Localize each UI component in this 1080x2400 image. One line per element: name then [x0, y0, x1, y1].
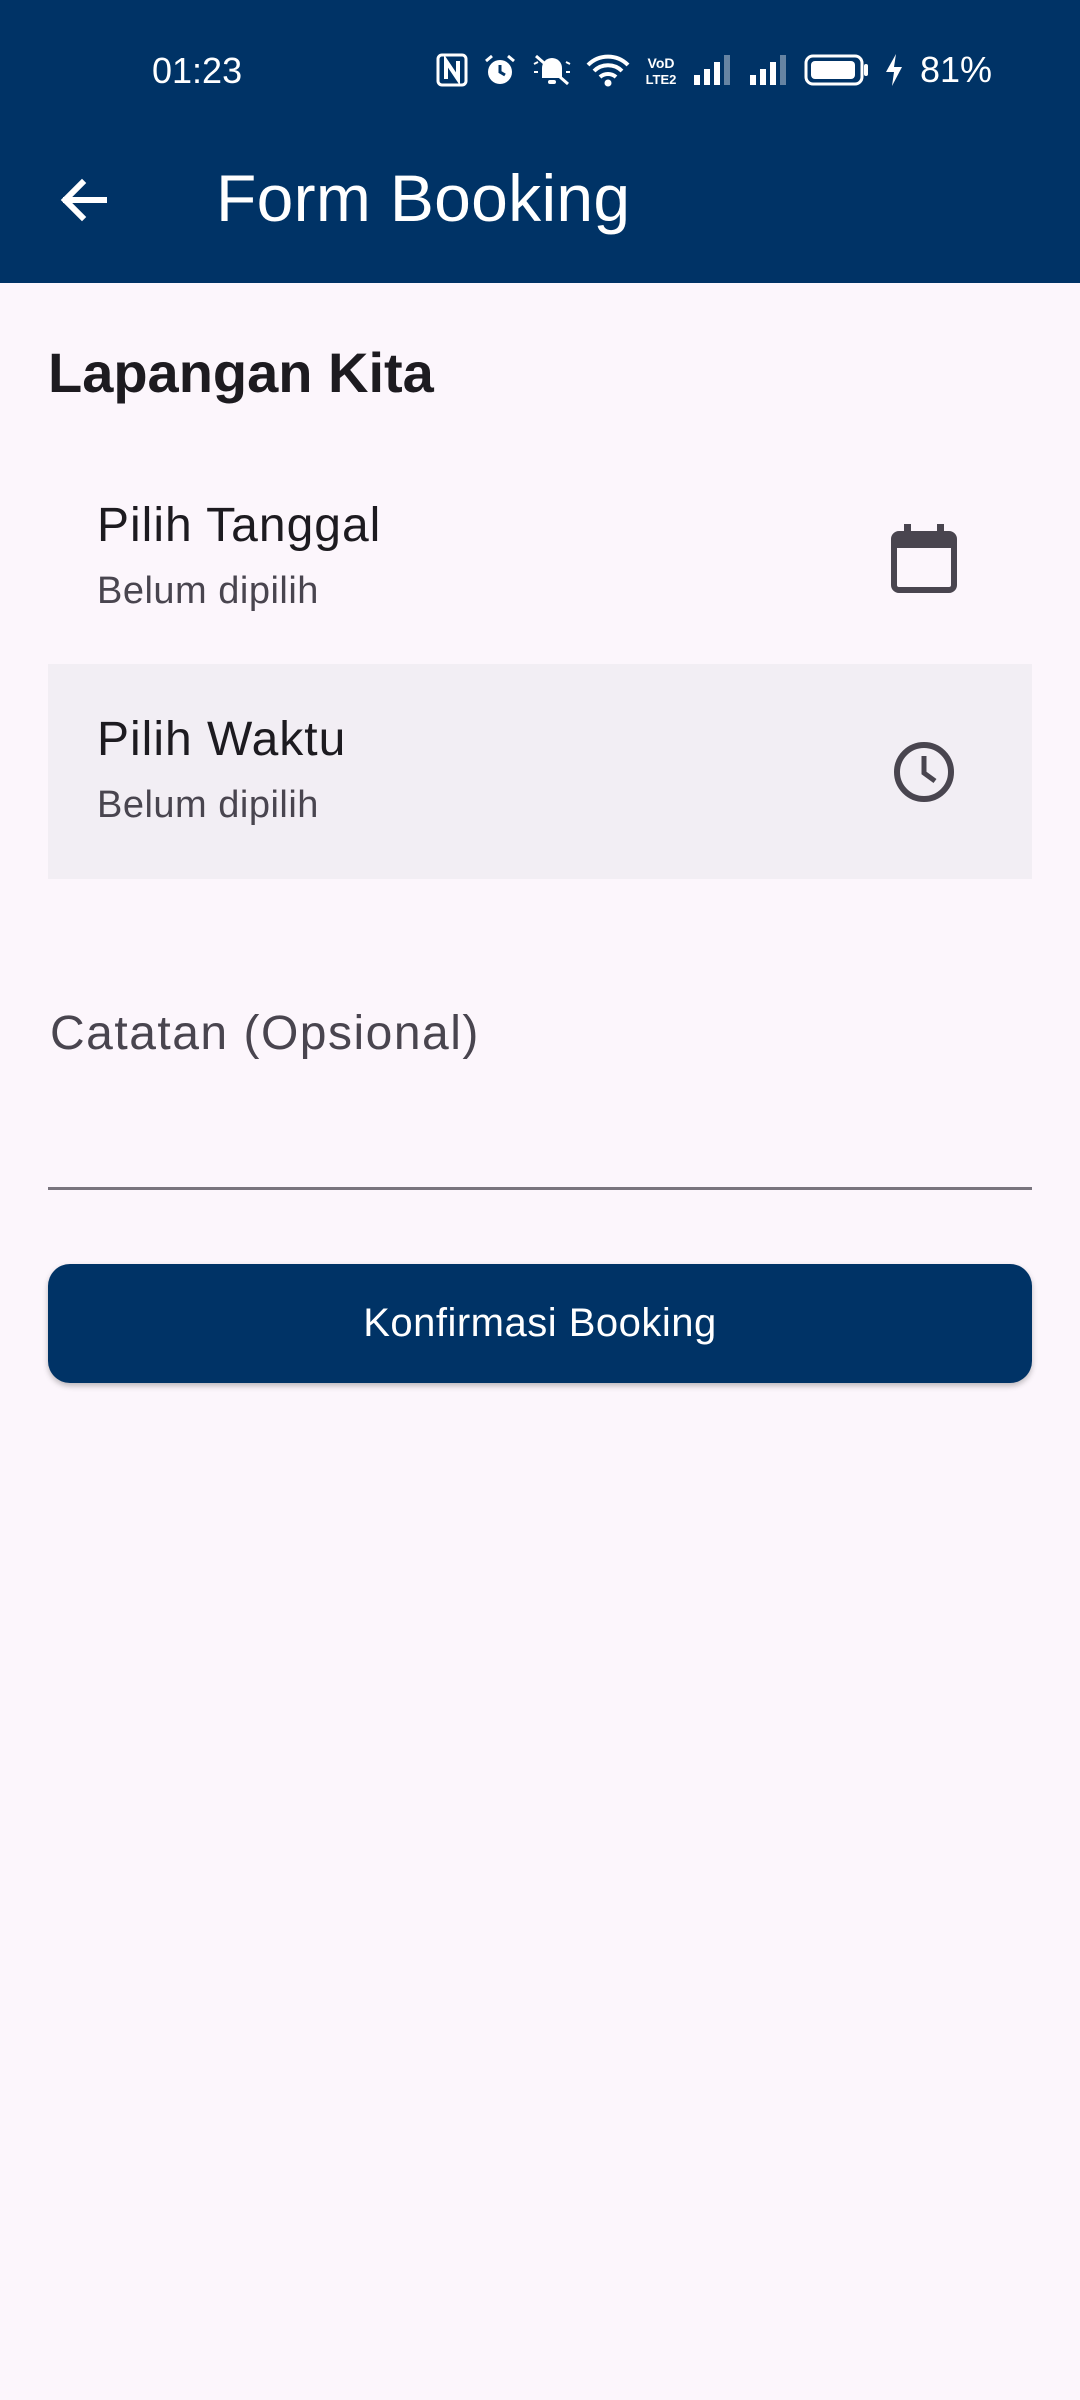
- status-bar: 01:23 VoD LTE2 81%: [0, 0, 1080, 140]
- date-picker-value: Belum dipilih: [97, 570, 319, 612]
- notes-field[interactable]: Catatan (Opsional): [48, 980, 1036, 1190]
- calendar-icon: [891, 524, 957, 593]
- svg-text:LTE2: LTE2: [646, 72, 677, 87]
- status-icons: VoD LTE2 81%: [436, 48, 992, 92]
- notes-input[interactable]: [48, 1080, 1036, 1168]
- wifi-icon: [586, 54, 630, 87]
- svg-text:VoD: VoD: [647, 55, 674, 71]
- page-title: Form Booking: [216, 161, 631, 235]
- arrow-left-icon: [60, 178, 107, 222]
- clock-icon: [894, 742, 954, 802]
- app-bar: 01:23 VoD LTE2 81% Form Booking: [0, 0, 1080, 283]
- time-picker-title: Pilih Waktu: [97, 713, 347, 766]
- back-button[interactable]: [42, 158, 126, 242]
- mute-icon: [533, 54, 571, 86]
- date-picker-title: Pilih Tanggal: [97, 499, 382, 552]
- battery-icon: [804, 54, 868, 86]
- alarm-icon: [484, 54, 515, 84]
- date-picker-tile[interactable]: Pilih Tanggal Belum dipilih: [48, 450, 1032, 665]
- nfc-icon: [436, 53, 468, 87]
- notes-label: Catatan (Opsional): [50, 1007, 480, 1060]
- charging-icon: [885, 54, 902, 86]
- notes-underline: [48, 1187, 1032, 1190]
- confirm-booking-button[interactable]: Konfirmasi Booking: [48, 1264, 1032, 1383]
- venue-name: Lapangan Kita: [48, 341, 434, 404]
- battery-percent: 81%: [919, 49, 992, 90]
- time-picker-tile[interactable]: Pilih Waktu Belum dipilih: [48, 664, 1032, 879]
- signal-icon: [693, 55, 730, 85]
- signal-icon: [749, 55, 786, 85]
- volte-icon: VoD LTE2: [646, 55, 677, 87]
- status-time: 01:23: [152, 50, 243, 91]
- time-picker-value: Belum dipilih: [97, 784, 319, 826]
